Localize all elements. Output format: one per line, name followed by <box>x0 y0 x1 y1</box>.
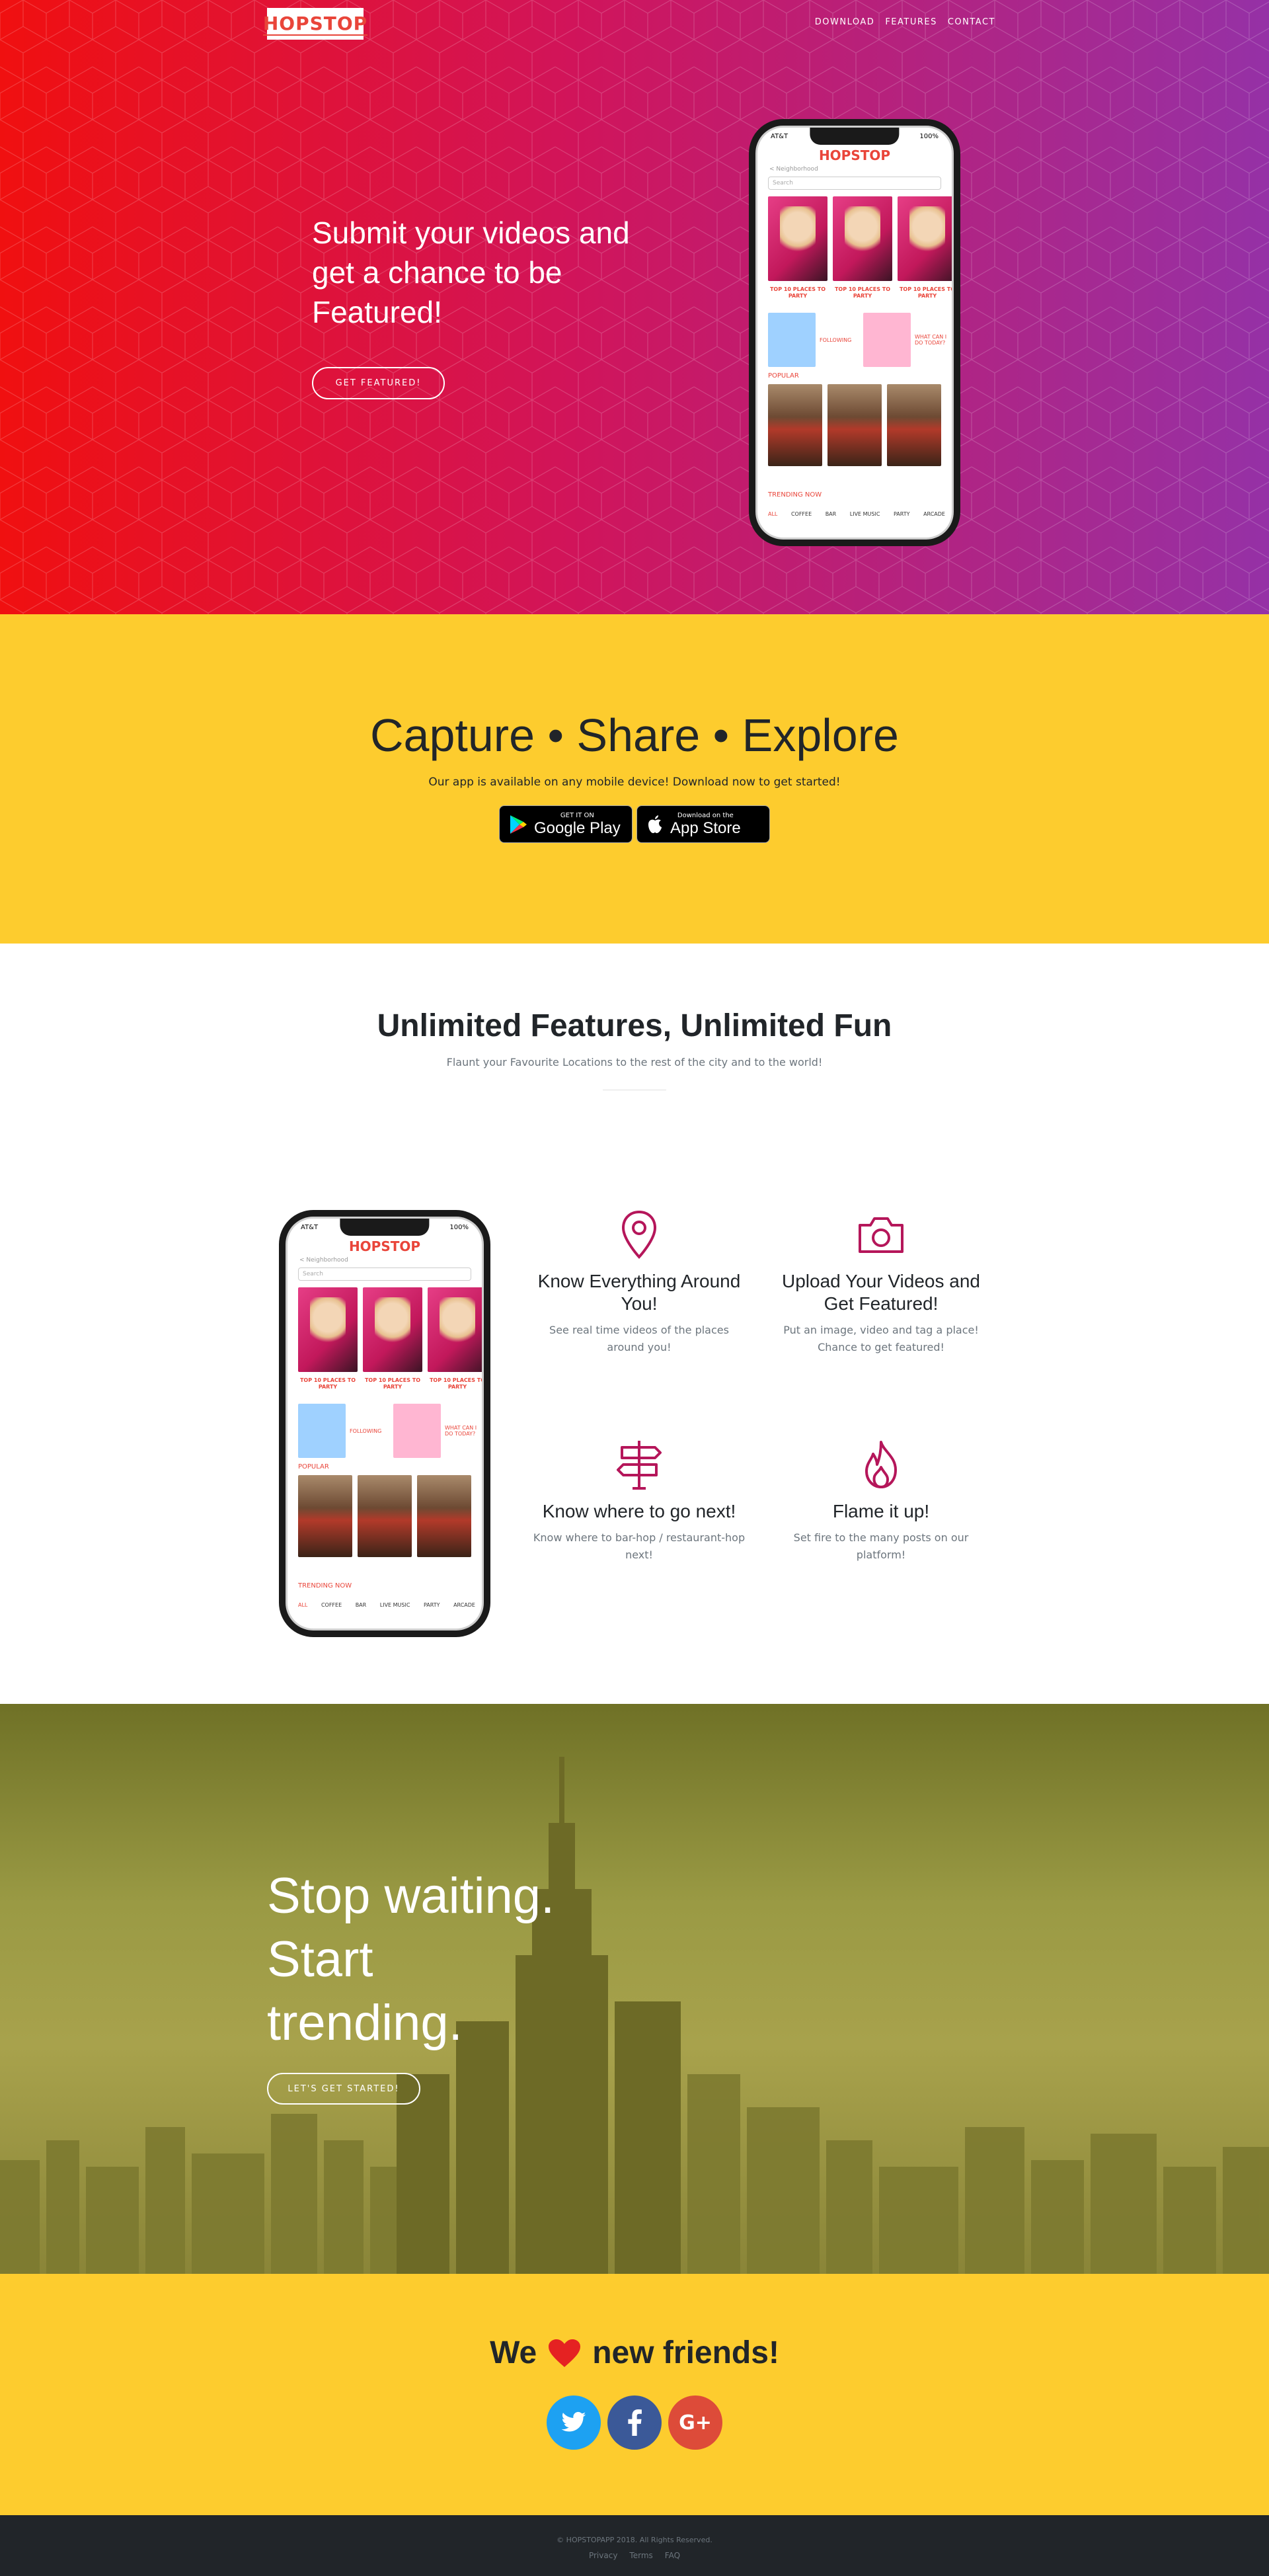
footer-link-terms[interactable]: Terms <box>629 2551 652 2560</box>
app-store-badge[interactable]: Download on the App Store <box>636 805 770 843</box>
app-categories: ALL COFFEE BAR LIVE MUSIC PARTY ARCADE <box>768 511 945 517</box>
cta-section: Stop waiting. Start trending. Let's Get St… <box>0 1704 1269 2274</box>
nav-link-contact[interactable]: Contact <box>948 17 995 27</box>
app-what-card: WHAT CAN I DO TODAY? <box>863 313 952 367</box>
feature-title: Know Everything Around You! <box>537 1271 741 1314</box>
app-popular-label: POPULAR <box>768 372 799 380</box>
google-plus-icon: G+ <box>679 2411 712 2435</box>
copyright-text: © HOPSTOPAPP 2018. All Rights Reserved. <box>557 2536 712 2544</box>
app-following-card: FOLLOWING <box>298 1404 381 1458</box>
camera-icon <box>859 1217 904 1253</box>
feature-title: Upload Your Videos and Get Featured! <box>782 1271 980 1314</box>
app-location: < Neighborhood <box>299 1257 348 1264</box>
feature-know-everything: Know Everything Around You! See real tim… <box>530 1208 748 1356</box>
feature-upload-videos: Upload Your Videos and Get Featured! Put… <box>772 1208 990 1356</box>
app-logo: HOPSTOP <box>348 1238 421 1254</box>
feature-title: Flame it up! <box>832 1501 930 1521</box>
app-card: TOP 10 PLACES TO PARTY <box>898 196 952 299</box>
download-section: Capture • Share • Explore Our app is ava… <box>0 614 1269 944</box>
apple-icon <box>648 815 662 833</box>
app-card: TOP 10 PLACES TO PARTY <box>768 196 827 299</box>
features-phone-mockup: AT&T 100% HOPSTOP < Neighborhood Search … <box>279 1210 490 1637</box>
features-title: Unlimited Features, Unlimited Fun <box>377 1008 892 1043</box>
app-popular-label: POPULAR <box>298 1463 329 1470</box>
footer-link-faq[interactable]: FAQ <box>665 2551 680 2560</box>
app-following-card: FOLLOWING <box>768 313 851 367</box>
app-popular-row <box>298 1475 482 1557</box>
feature-text: See real time videos of the places aroun… <box>549 1324 729 1353</box>
brand-logo[interactable]: HOPSTOP <box>262 8 368 40</box>
app-categories: ALL COFFEE BAR LIVE MUSIC PARTY ARCADE <box>298 1602 475 1608</box>
hero-section: Submit your videos and get a chance to b… <box>0 0 1269 614</box>
top-navbar: HOPSTOP Download Features Contact <box>0 0 1269 48</box>
twitter-icon <box>561 2411 586 2432</box>
footer-link-privacy[interactable]: Privacy <box>589 2551 617 2560</box>
nav-link-download[interactable]: Download <box>815 17 875 27</box>
footer: © HOPSTOPAPP 2018. All Rights Reserved. … <box>0 2515 1269 2576</box>
app-card: TOP 10 PLACES TO PARTY <box>363 1287 422 1390</box>
google-play-badge[interactable]: GET IT ON Google Play <box>499 805 633 843</box>
social-section: We new friends! G+ <box>0 2274 1269 2515</box>
signpost-icon <box>617 1441 662 1490</box>
get-started-button[interactable]: Let's Get Started! <box>267 2073 420 2105</box>
app-what-card: WHAT CAN I DO TODAY? <box>393 1404 482 1458</box>
facebook-icon <box>628 2409 642 2436</box>
feature-text: Set fire to the many posts on our platfo… <box>793 1531 969 1561</box>
app-featured-row: TOP 10 PLACES TO PARTY TOP 10 PLACES TO … <box>768 196 952 299</box>
app-search-input: Search <box>768 177 941 190</box>
app-card: TOP 10 PLACES TO PARTY <box>298 1287 358 1390</box>
features-section: Unlimited Features, Unlimited Fun Flaunt… <box>0 944 1269 1704</box>
social-title: We new friends! <box>490 2335 779 2370</box>
features-subtitle: Flaunt your Favourite Locations to the r… <box>446 1056 823 1068</box>
status-battery: 100% <box>449 1224 469 1231</box>
app-trending-label: TRENDING NOW <box>298 1582 352 1590</box>
location-pin-icon <box>621 1210 657 1259</box>
app-popular-row <box>768 384 952 466</box>
status-carrier: AT&T <box>301 1224 319 1231</box>
app-logo: HOPSTOP <box>818 147 891 163</box>
heart-icon <box>549 2339 581 2367</box>
hero-phone-mockup: AT&T 100% HOPSTOP < Neighborhood Search … <box>749 119 960 546</box>
twitter-button[interactable] <box>547 2395 601 2450</box>
skyline-silhouette <box>0 1757 1269 2274</box>
feature-text: Know where to bar-hop / restaurant-hop n… <box>533 1531 746 1561</box>
feature-flame-it-up: Flame it up! Set fire to the many posts … <box>772 1438 990 1564</box>
status-carrier: AT&T <box>771 133 788 140</box>
app-location: < Neighborhood <box>769 166 818 173</box>
fire-icon <box>865 1441 897 1488</box>
app-search-input: Search <box>298 1268 471 1281</box>
google-play-icon <box>510 815 527 834</box>
app-card: TOP 10 PLACES TO PARTY <box>833 196 892 299</box>
app-featured-row: TOP 10 PLACES TO PARTY TOP 10 PLACES TO … <box>298 1287 482 1390</box>
cta-title: Stop waiting. Start trending. <box>267 1868 555 2051</box>
google-plus-button[interactable]: G+ <box>668 2395 722 2450</box>
feature-where-next: Know where to go next! Know where to bar… <box>530 1438 748 1564</box>
download-title: Capture • Share • Explore <box>370 709 899 761</box>
download-subtitle: Our app is available on any mobile devic… <box>428 776 841 789</box>
nav-link-features[interactable]: Features <box>885 17 937 27</box>
facebook-button[interactable] <box>607 2395 662 2450</box>
app-card: TOP 10 PLACES TO PARTY <box>428 1287 482 1390</box>
app-trending-label: TRENDING NOW <box>768 491 822 499</box>
feature-text: Put an image, video and tag a place! Cha… <box>783 1324 979 1353</box>
get-featured-button[interactable]: Get Featured! <box>312 367 445 399</box>
status-battery: 100% <box>919 133 939 140</box>
feature-title: Know where to go next! <box>542 1501 736 1521</box>
hero-title: Submit your videos and get a chance to b… <box>312 216 630 329</box>
